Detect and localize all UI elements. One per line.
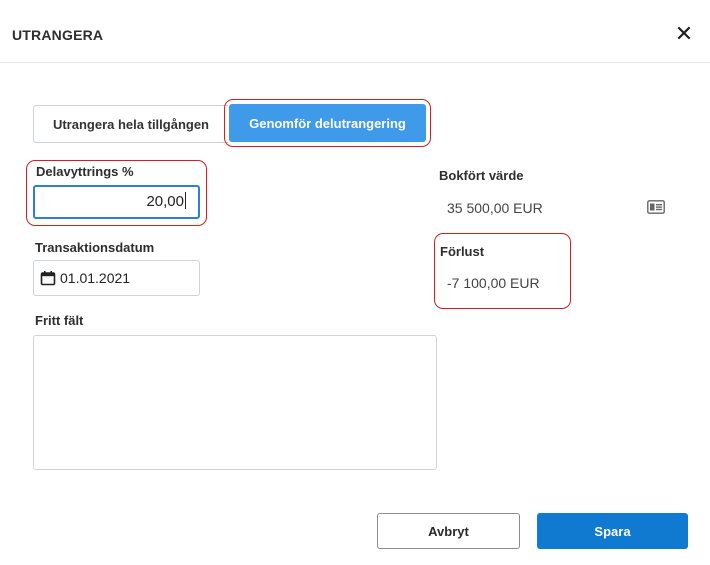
- transaction-date-label: Transaktionsdatum: [35, 240, 155, 255]
- transaction-date-input[interactable]: 01.01.2021: [33, 260, 200, 296]
- dialog-title: UTRANGERA: [12, 27, 104, 43]
- toggle-partial-disposal[interactable]: Genomför delutrangering: [229, 104, 426, 142]
- text-caret: [185, 192, 186, 209]
- partial-percent-input[interactable]: 20,00: [33, 185, 200, 219]
- partial-percent-value: 20,00: [146, 193, 184, 210]
- transaction-date-value: 01.01.2021: [60, 270, 131, 286]
- cancel-button[interactable]: Avbryt: [377, 513, 520, 549]
- save-button[interactable]: Spara: [537, 513, 688, 549]
- book-value-value: 35 500,00 EUR: [447, 200, 543, 216]
- book-value-label: Bokfört värde: [439, 168, 524, 183]
- calendar-icon: [40, 271, 56, 286]
- free-field-label: Fritt fält: [35, 313, 84, 328]
- partial-percent-label: Delavyttrings %: [36, 164, 134, 179]
- header-divider: [0, 62, 710, 63]
- close-icon: ✕: [674, 21, 694, 46]
- free-field-textarea[interactable]: [33, 335, 437, 470]
- loss-value: -7 100,00 EUR: [447, 275, 540, 291]
- disposal-dialog: UTRANGERA ✕ Utrangera hela tillgången Ge…: [0, 0, 710, 565]
- id-card-icon[interactable]: [647, 200, 665, 214]
- loss-label: Förlust: [440, 244, 485, 259]
- toggle-full-disposal[interactable]: Utrangera hela tillgången: [33, 105, 228, 143]
- close-button[interactable]: ✕: [670, 20, 698, 48]
